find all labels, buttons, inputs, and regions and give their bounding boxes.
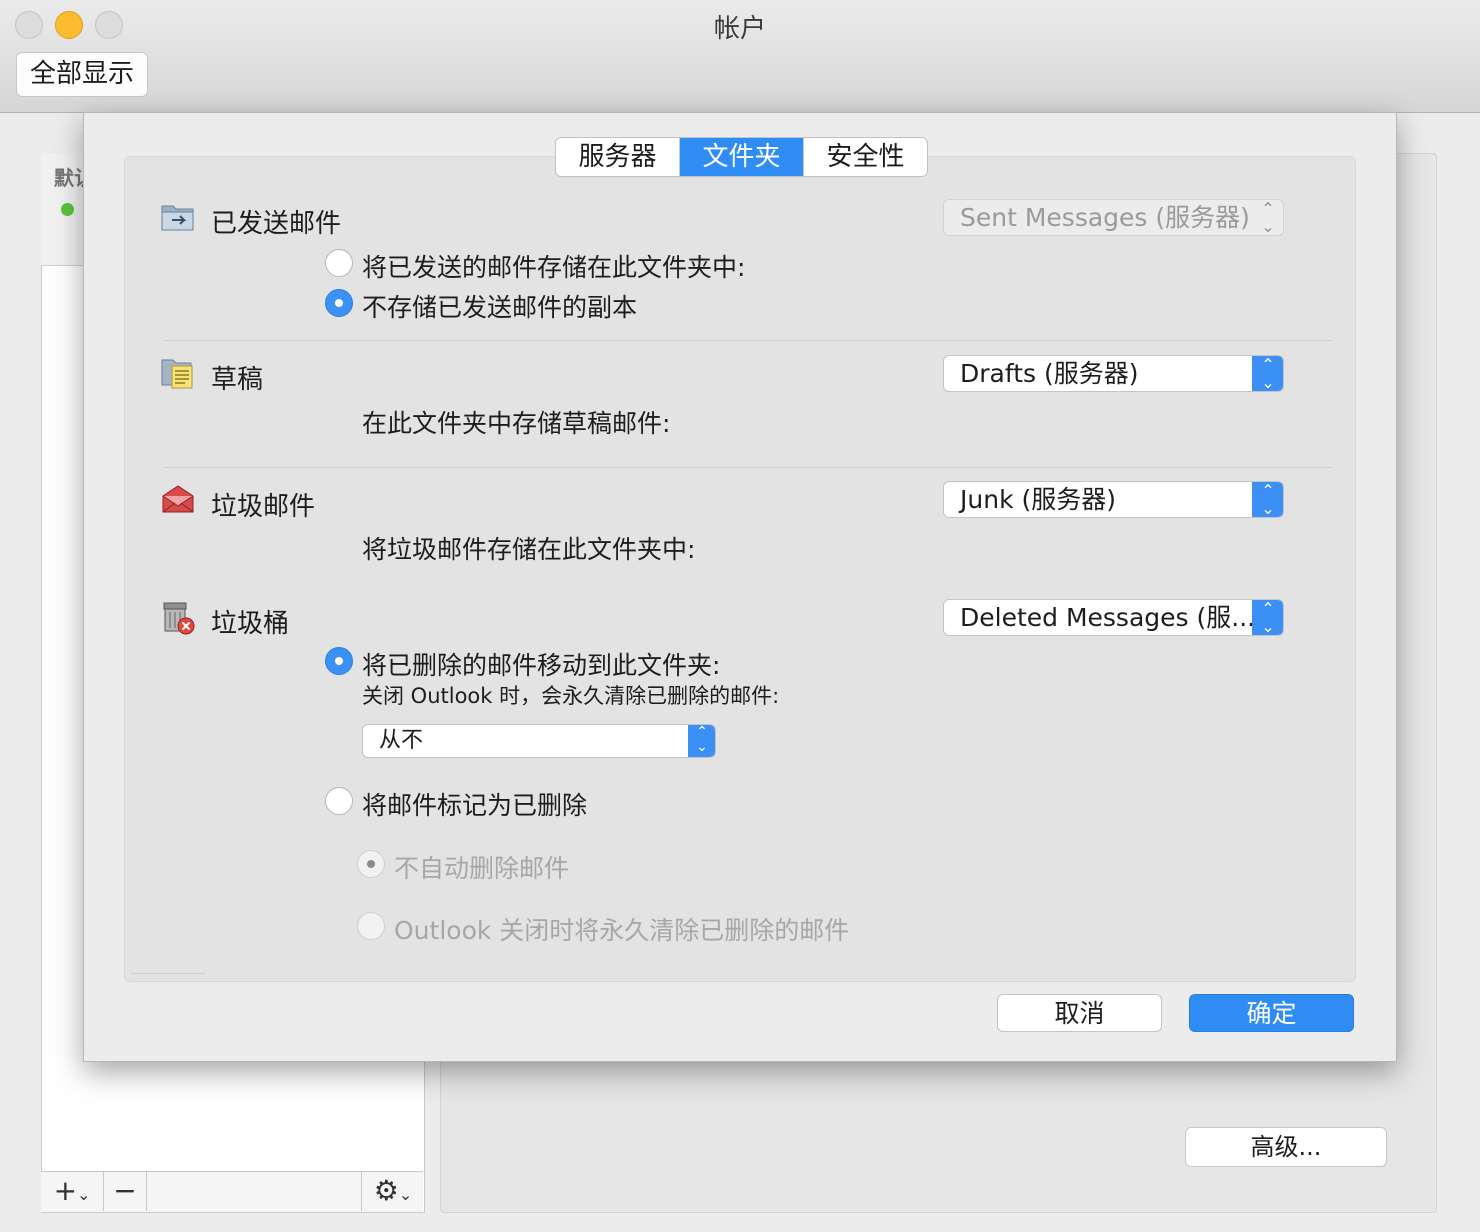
window-title: 帐户 <box>713 14 766 44</box>
updown-chevron-icon: ⌃ ⌄ <box>1252 600 1283 635</box>
drafts-folder-icon <box>160 356 194 390</box>
advanced-button[interactable]: 高级... <box>1185 1127 1387 1167</box>
trash-folder-icon <box>160 600 195 635</box>
tab-bar: 服务器 文件夹 安全性 <box>555 137 928 177</box>
no-sent-copy-radio[interactable] <box>325 289 353 317</box>
ok-button[interactable]: 确定 <box>1189 994 1354 1032</box>
sent-folder-icon <box>160 200 194 234</box>
add-account-button[interactable]: +⌄ <box>41 1171 104 1211</box>
trash-folder-popup[interactable]: Deleted Messages (服... ⌃ ⌄ <box>943 599 1284 636</box>
junk-description: 将垃圾邮件存储在此文件夹中: <box>362 535 696 564</box>
cancel-button[interactable]: 取消 <box>997 994 1162 1032</box>
sent-folder-popup-value: Sent Messages (服务器) <box>960 203 1250 232</box>
purge-frequency-popup[interactable]: 从不 ⌃ ⌄ <box>362 724 716 758</box>
tab-server[interactable]: 服务器 <box>556 138 680 176</box>
junk-section-title: 垃圾邮件 <box>211 492 316 522</box>
updown-chevron-icon: ⌃ ⌄ <box>1252 482 1283 517</box>
remove-account-button[interactable]: − <box>104 1171 147 1211</box>
junk-mail-icon <box>160 482 194 516</box>
drafts-folder-popup-value: Drafts (服务器) <box>960 359 1139 388</box>
mark-deleted-radio[interactable] <box>325 787 353 815</box>
divider <box>164 467 1332 468</box>
updown-chevron-icon: ⌃ ⌄ <box>688 725 715 757</box>
gear-icon: ⚙ <box>373 1174 399 1207</box>
trash-folder-popup-value: Deleted Messages (服... <box>960 603 1256 632</box>
chevron-down-icon: ⌄ <box>398 1185 413 1204</box>
divider <box>130 973 206 974</box>
drafts-folder-popup[interactable]: Drafts (服务器) ⌃ ⌄ <box>943 355 1284 392</box>
purge-on-quit-radio[interactable] <box>357 912 385 940</box>
updown-chevron-icon: ⌃ ⌄ <box>1252 356 1283 391</box>
updown-chevron-icon: ⌃ ⌄ <box>1261 199 1275 236</box>
account-actions-button[interactable]: ⚙⌄ <box>361 1171 424 1211</box>
drafts-section-title: 草稿 <box>211 365 264 395</box>
purge-frequency-value: 从不 <box>379 728 424 753</box>
sent-folder-popup[interactable]: Sent Messages (服务器) ⌃ ⌄ <box>943 199 1284 236</box>
chevron-down-icon: ⌄ <box>77 1185 91 1204</box>
purge-on-quit-label: Outlook 关闭时将永久清除已删除的邮件 <box>394 916 850 945</box>
sent-section-title: 已发送邮件 <box>211 209 342 239</box>
move-deleted-radio[interactable] <box>325 647 353 675</box>
no-auto-delete-radio[interactable] <box>357 850 385 878</box>
drafts-description: 在此文件夹中存储草稿邮件: <box>362 409 671 438</box>
mark-deleted-label: 将邮件标记为已删除 <box>362 791 588 820</box>
purge-on-close-note: 关闭 Outlook 时，会永久清除已删除的邮件: <box>362 684 780 708</box>
tab-security[interactable]: 安全性 <box>804 138 927 176</box>
junk-folder-popup-value: Junk (服务器) <box>960 485 1116 514</box>
divider <box>164 340 1332 341</box>
no-auto-delete-label: 不自动删除邮件 <box>394 854 570 883</box>
store-sent-label: 将已发送的邮件存储在此文件夹中: <box>362 253 746 282</box>
no-sent-copy-label: 不存储已发送邮件的副本 <box>362 293 638 322</box>
move-deleted-label: 将已删除的邮件移动到此文件夹: <box>362 651 721 680</box>
trash-section-title: 垃圾桶 <box>211 609 290 639</box>
status-dot <box>61 203 74 216</box>
junk-folder-popup[interactable]: Junk (服务器) ⌃ ⌄ <box>943 481 1284 518</box>
show-all-button[interactable]: 全部显示 <box>16 52 148 97</box>
store-sent-radio[interactable] <box>325 249 353 277</box>
plus-icon: + <box>53 1174 78 1207</box>
tab-folders[interactable]: 文件夹 <box>680 138 804 176</box>
